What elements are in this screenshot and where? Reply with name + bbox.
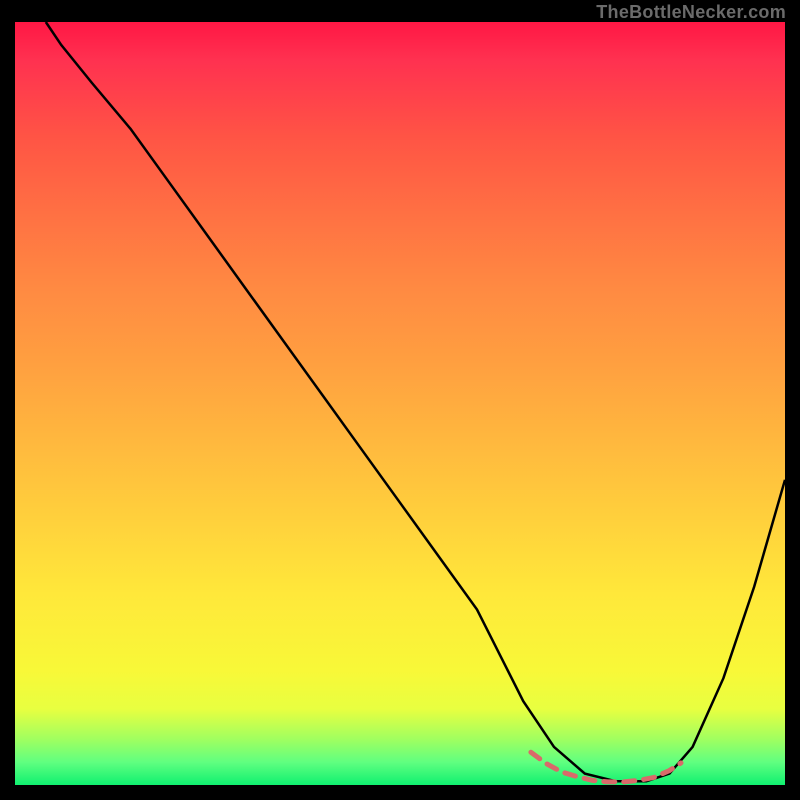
plot-gradient-background bbox=[15, 22, 785, 785]
watermark-text: TheBottleNecker.com bbox=[596, 2, 786, 23]
chart-container: TheBottleNecker.com bbox=[0, 0, 800, 800]
